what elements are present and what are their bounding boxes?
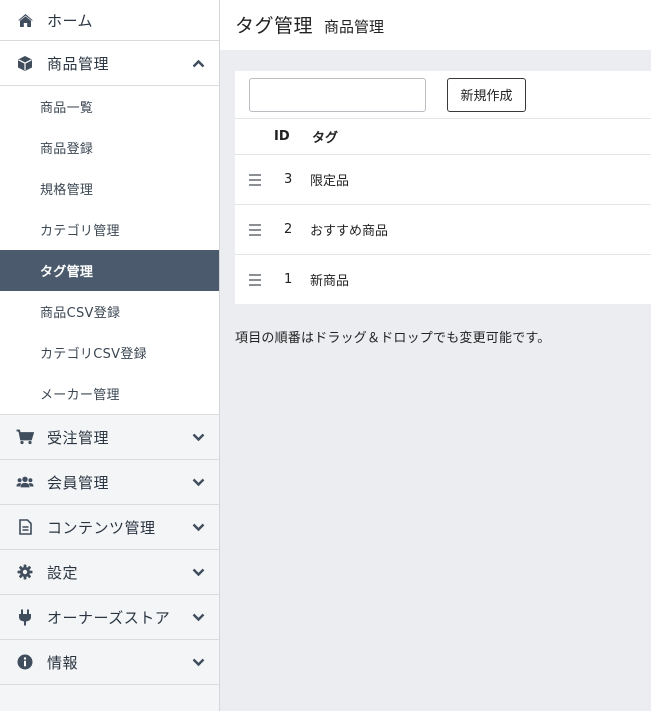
table-row[interactable]: 2 おすすめ商品 bbox=[235, 205, 651, 255]
box-icon bbox=[16, 54, 34, 72]
sidebar-item-settings[interactable]: 設定 bbox=[0, 550, 219, 595]
sidebar-item-contents[interactable]: コンテンツ管理 bbox=[0, 505, 219, 550]
users-icon bbox=[16, 473, 34, 491]
tag-name-input[interactable] bbox=[249, 77, 426, 112]
sidebar-item-info[interactable]: 情報 bbox=[0, 640, 219, 685]
column-header-tag: タグ bbox=[312, 131, 339, 146]
sidebar-item-orders[interactable]: 受注管理 bbox=[0, 415, 219, 460]
sidebar-item-label: コンテンツ管理 bbox=[47, 518, 156, 537]
sidebar-item-product-csv[interactable]: 商品CSV登録 bbox=[0, 291, 219, 332]
gear-icon bbox=[16, 563, 34, 581]
main-content: タグ管理 商品管理 新規作成 ID タグ 3 限定品 2 おすすめ商品 1 新商… bbox=[220, 0, 651, 711]
row-id: 1 bbox=[284, 272, 293, 287]
sidebar-item-maker-manage[interactable]: メーカー管理 bbox=[0, 373, 219, 414]
row-tag: 新商品 bbox=[310, 274, 350, 289]
sidebar-item-label: オーナーズストア bbox=[47, 608, 171, 627]
sidebar-item-label: 商品管理 bbox=[47, 54, 110, 73]
chevron-down-icon bbox=[191, 565, 205, 579]
home-icon bbox=[16, 11, 34, 29]
sidebar-item-product-list[interactable]: 商品一覧 bbox=[0, 86, 219, 127]
page-header: タグ管理 商品管理 bbox=[220, 0, 651, 50]
sidebar-item-product[interactable]: 商品管理 bbox=[0, 41, 219, 86]
row-tag: おすすめ商品 bbox=[310, 224, 389, 239]
sidebar-item-product-register[interactable]: 商品登録 bbox=[0, 127, 219, 168]
sidebar: ホーム 商品管理 商品一覧 商品登録 規格管理 カテゴリ管理 タグ管理 商品CS… bbox=[0, 0, 220, 711]
drag-handle-icon[interactable] bbox=[249, 173, 263, 186]
sidebar-item-label: 情報 bbox=[47, 653, 79, 672]
sidebar-item-home[interactable]: ホーム bbox=[0, 0, 219, 41]
sidebar-item-members[interactable]: 会員管理 bbox=[0, 460, 219, 505]
chevron-down-icon bbox=[191, 655, 205, 669]
chevron-up-icon bbox=[191, 56, 205, 70]
row-tag: 限定品 bbox=[310, 174, 350, 189]
page-subtitle: 商品管理 bbox=[324, 18, 385, 36]
row-id: 2 bbox=[284, 222, 293, 237]
sidebar-item-category-csv[interactable]: カテゴリCSV登録 bbox=[0, 332, 219, 373]
drag-handle-icon[interactable] bbox=[249, 273, 263, 286]
drag-handle-icon[interactable] bbox=[249, 223, 263, 236]
sidebar-item-tag-manage[interactable]: タグ管理 bbox=[0, 250, 219, 291]
sidebar-item-spec-manage[interactable]: 規格管理 bbox=[0, 168, 219, 209]
create-new-button[interactable]: 新規作成 bbox=[447, 77, 526, 112]
column-header-id: ID bbox=[274, 129, 290, 144]
chevron-down-icon bbox=[191, 610, 205, 624]
reorder-hint: 項目の順番はドラッグ＆ドロップでも変更可能です。 bbox=[235, 331, 551, 346]
page-title: タグ管理 bbox=[235, 15, 314, 37]
info-icon bbox=[16, 653, 34, 671]
chevron-down-icon bbox=[191, 475, 205, 489]
cart-icon bbox=[16, 428, 34, 446]
sidebar-item-label: ホーム bbox=[47, 11, 94, 30]
sidebar-item-owners-store[interactable]: オーナーズストア bbox=[0, 595, 219, 640]
sidebar-item-label: 会員管理 bbox=[47, 473, 110, 492]
table-header: ID タグ bbox=[235, 119, 651, 155]
tag-form: 新規作成 bbox=[235, 71, 651, 119]
sidebar-item-label: 設定 bbox=[47, 563, 79, 582]
product-submenu: 商品一覧 商品登録 規格管理 カテゴリ管理 タグ管理 商品CSV登録 カテゴリC… bbox=[0, 86, 219, 415]
sidebar-item-category-manage[interactable]: カテゴリ管理 bbox=[0, 209, 219, 250]
table-row[interactable]: 3 限定品 bbox=[235, 155, 651, 205]
plug-icon bbox=[16, 608, 34, 626]
tag-list-card: 新規作成 ID タグ 3 限定品 2 おすすめ商品 1 新商品 bbox=[235, 71, 651, 304]
sidebar-item-label: 受注管理 bbox=[47, 428, 110, 447]
document-icon bbox=[16, 518, 34, 536]
table-row[interactable]: 1 新商品 bbox=[235, 255, 651, 304]
chevron-down-icon bbox=[191, 430, 205, 444]
row-id: 3 bbox=[284, 172, 293, 187]
chevron-down-icon bbox=[191, 520, 205, 534]
